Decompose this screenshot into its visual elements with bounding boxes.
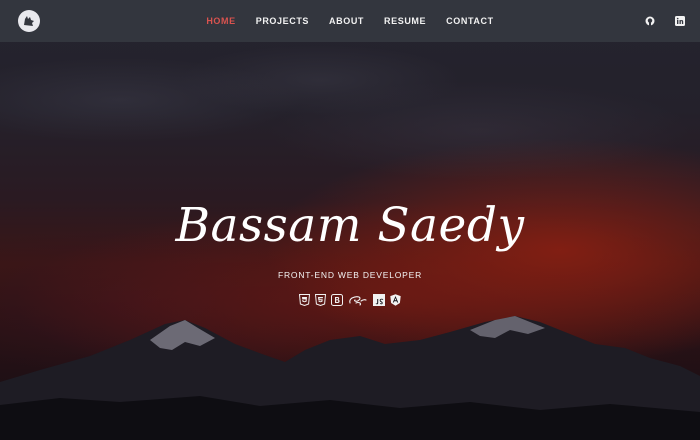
nav-about[interactable]: ABOUT xyxy=(329,16,364,26)
hero-subtitle: FRONT-END WEB DEVELOPER xyxy=(277,270,423,280)
nav-projects[interactable]: PROJECTS xyxy=(256,16,309,26)
linkedin-icon[interactable] xyxy=(673,14,686,27)
github-icon[interactable] xyxy=(643,14,656,27)
social-links xyxy=(643,14,686,27)
nav-links: HOME PROJECTS ABOUT RESUME CONTACT xyxy=(0,0,700,42)
javascript-icon xyxy=(373,294,385,306)
bootstrap-icon xyxy=(331,294,343,306)
hero-name: Bassam Saedy xyxy=(175,198,525,253)
css3-icon xyxy=(315,294,326,306)
navbar: HOME PROJECTS ABOUT RESUME CONTACT xyxy=(0,0,700,42)
mountain-silhouette xyxy=(0,316,700,440)
nav-home[interactable]: HOME xyxy=(206,16,235,26)
nav-resume[interactable]: RESUME xyxy=(384,16,426,26)
html5-icon xyxy=(299,294,310,306)
angular-icon xyxy=(390,294,401,306)
sass-icon xyxy=(348,294,368,306)
nav-contact[interactable]: CONTACT xyxy=(446,16,494,26)
tech-icons xyxy=(0,294,700,306)
